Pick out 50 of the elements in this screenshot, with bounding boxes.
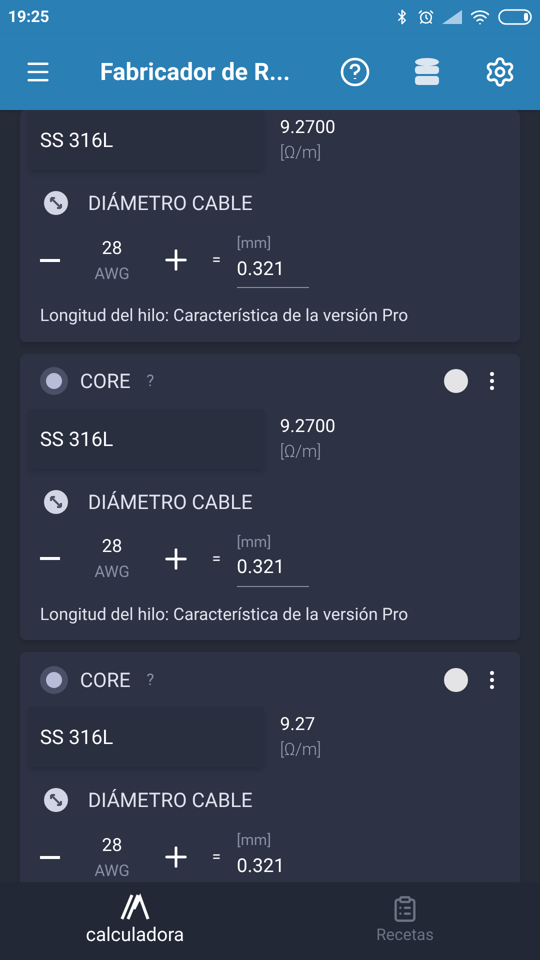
equals-sign: = xyxy=(212,249,221,271)
result-field[interactable]: 0.321 xyxy=(236,553,309,586)
diameter-label: DIÁMETRO CABLE xyxy=(88,190,252,217)
equals-sign: = xyxy=(212,846,221,868)
diameter-icon xyxy=(44,788,68,812)
unit-label: [Ω/m] xyxy=(280,440,322,464)
diameter-icon xyxy=(44,490,68,514)
calculator-logo-icon xyxy=(120,892,150,921)
gauge-value: 28 xyxy=(102,236,122,260)
gauge-unit: AWG xyxy=(94,860,130,882)
help-icon[interactable] xyxy=(340,57,370,87)
gauge-unit: AWG xyxy=(94,262,130,284)
result-unit: [mm] xyxy=(236,233,272,254)
material-field[interactable]: SS 316L xyxy=(28,408,264,468)
database-icon[interactable] xyxy=(413,57,441,87)
result-field[interactable]: 0.321 xyxy=(236,254,309,288)
help-mark[interactable]: ? xyxy=(146,668,154,692)
nav-tab[interactable]: calculadora xyxy=(0,882,270,960)
gauge-value: 28 xyxy=(102,834,122,858)
settings-icon[interactable] xyxy=(484,56,516,88)
diameter-label: DIÁMETRO CABLE xyxy=(88,488,252,516)
minus-icon xyxy=(40,557,60,560)
resistance-value: 9.27 xyxy=(280,713,316,737)
help-mark[interactable]: ? xyxy=(146,369,154,393)
battery-icon xyxy=(498,9,532,25)
resistance-value: 9.2700 xyxy=(280,116,336,140)
section-title: CORE xyxy=(80,368,130,395)
radio-button[interactable] xyxy=(40,367,68,395)
result-unit: [mm] xyxy=(236,830,272,851)
unit-label: [Ω/m] xyxy=(280,739,322,762)
footer-text: Longitud del hilo: Característica de la versión Pro xyxy=(39,604,410,626)
result-unit: [mm] xyxy=(236,532,272,552)
radio-button[interactable] xyxy=(40,666,68,694)
alarm-icon xyxy=(418,9,434,25)
minus-icon xyxy=(40,258,60,262)
gauge-value: 28 xyxy=(102,535,122,559)
material-field[interactable]: SS 316L xyxy=(28,110,264,170)
minus-icon xyxy=(40,856,60,858)
equals-sign: = xyxy=(212,548,221,570)
material-field[interactable]: SS 316L xyxy=(28,707,264,767)
unit-label: [Ω/m] xyxy=(280,142,322,165)
status-time: 19:25 xyxy=(8,6,50,28)
diameter-label: DIÁMETRO CABLE xyxy=(88,787,252,814)
gauge-unit: AWG xyxy=(94,561,130,583)
footer-text: Longitud del hilo: Característica de la versión Pro xyxy=(39,305,410,328)
diameter-icon xyxy=(44,191,68,215)
resistance-value: 9.2700 xyxy=(280,414,336,438)
section-title: CORE xyxy=(80,666,130,694)
app-title: Fabricador de R... xyxy=(100,57,290,88)
signal-icon xyxy=(442,10,462,24)
